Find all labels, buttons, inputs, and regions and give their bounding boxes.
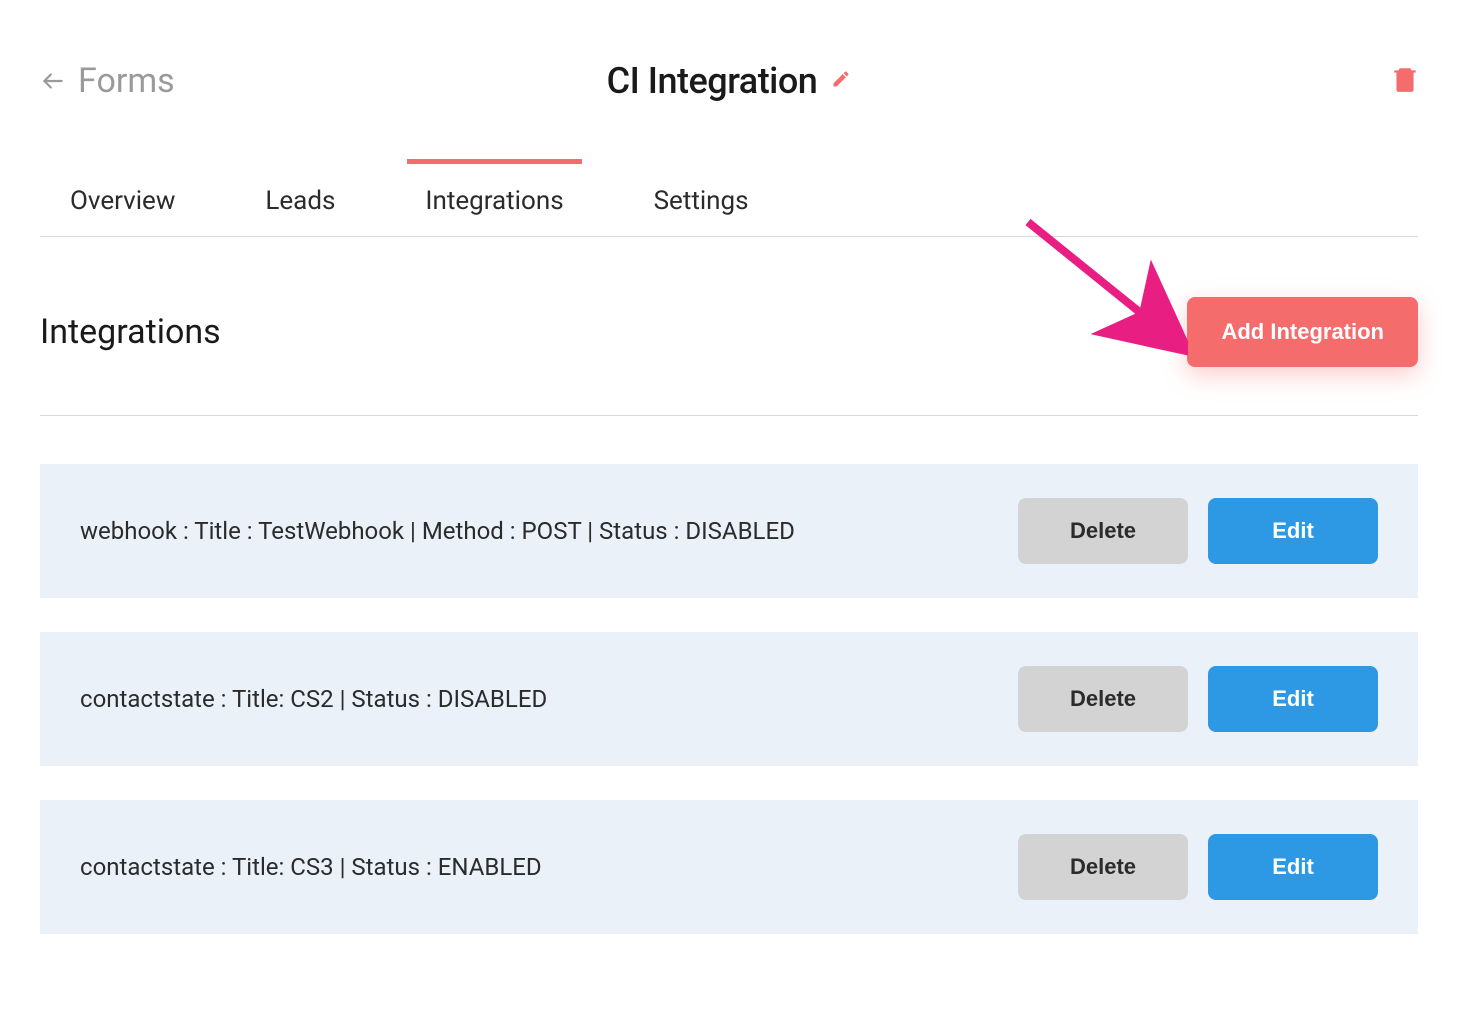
integration-text: contactstate : Title: CS3 | Status : ENA… [80, 851, 542, 883]
integration-text: contactstate : Title: CS2 | Status : DIS… [80, 683, 547, 715]
page-title: CI Integration [607, 60, 818, 102]
edit-button[interactable]: Edit [1208, 834, 1378, 900]
integration-row: webhook : Title : TestWebhook | Method :… [40, 464, 1418, 598]
tab-settings[interactable]: Settings [654, 162, 749, 236]
integration-actions: Delete Edit [1018, 666, 1378, 732]
section-header: Integrations Add Integration [40, 297, 1418, 416]
arrow-left-icon [40, 68, 66, 94]
edit-title-button[interactable] [831, 69, 851, 93]
back-link[interactable]: Forms [40, 61, 499, 101]
edit-button[interactable]: Edit [1208, 666, 1378, 732]
back-label: Forms [78, 61, 175, 101]
tabs: Overview Leads Integrations Settings [40, 162, 1418, 237]
tab-leads[interactable]: Leads [265, 162, 335, 236]
delete-button[interactable]: Delete [1018, 666, 1188, 732]
tab-integrations[interactable]: Integrations [425, 162, 563, 236]
integration-actions: Delete Edit [1018, 498, 1378, 564]
delete-page-button[interactable] [1392, 64, 1418, 98]
title-wrap: CI Integration [499, 60, 958, 102]
integration-row: contactstate : Title: CS2 | Status : DIS… [40, 632, 1418, 766]
edit-button[interactable]: Edit [1208, 498, 1378, 564]
section-heading: Integrations [40, 312, 221, 352]
integration-text: webhook : Title : TestWebhook | Method :… [80, 515, 795, 547]
trash-icon [1392, 64, 1418, 94]
delete-button[interactable]: Delete [1018, 498, 1188, 564]
integration-actions: Delete Edit [1018, 834, 1378, 900]
page-header: Forms CI Integration [40, 60, 1418, 102]
tab-overview[interactable]: Overview [70, 162, 175, 236]
integration-row: contactstate : Title: CS3 | Status : ENA… [40, 800, 1418, 934]
delete-button[interactable]: Delete [1018, 834, 1188, 900]
integration-list: webhook : Title : TestWebhook | Method :… [40, 464, 1418, 934]
add-integration-button[interactable]: Add Integration [1187, 297, 1418, 367]
pencil-icon [831, 69, 851, 89]
